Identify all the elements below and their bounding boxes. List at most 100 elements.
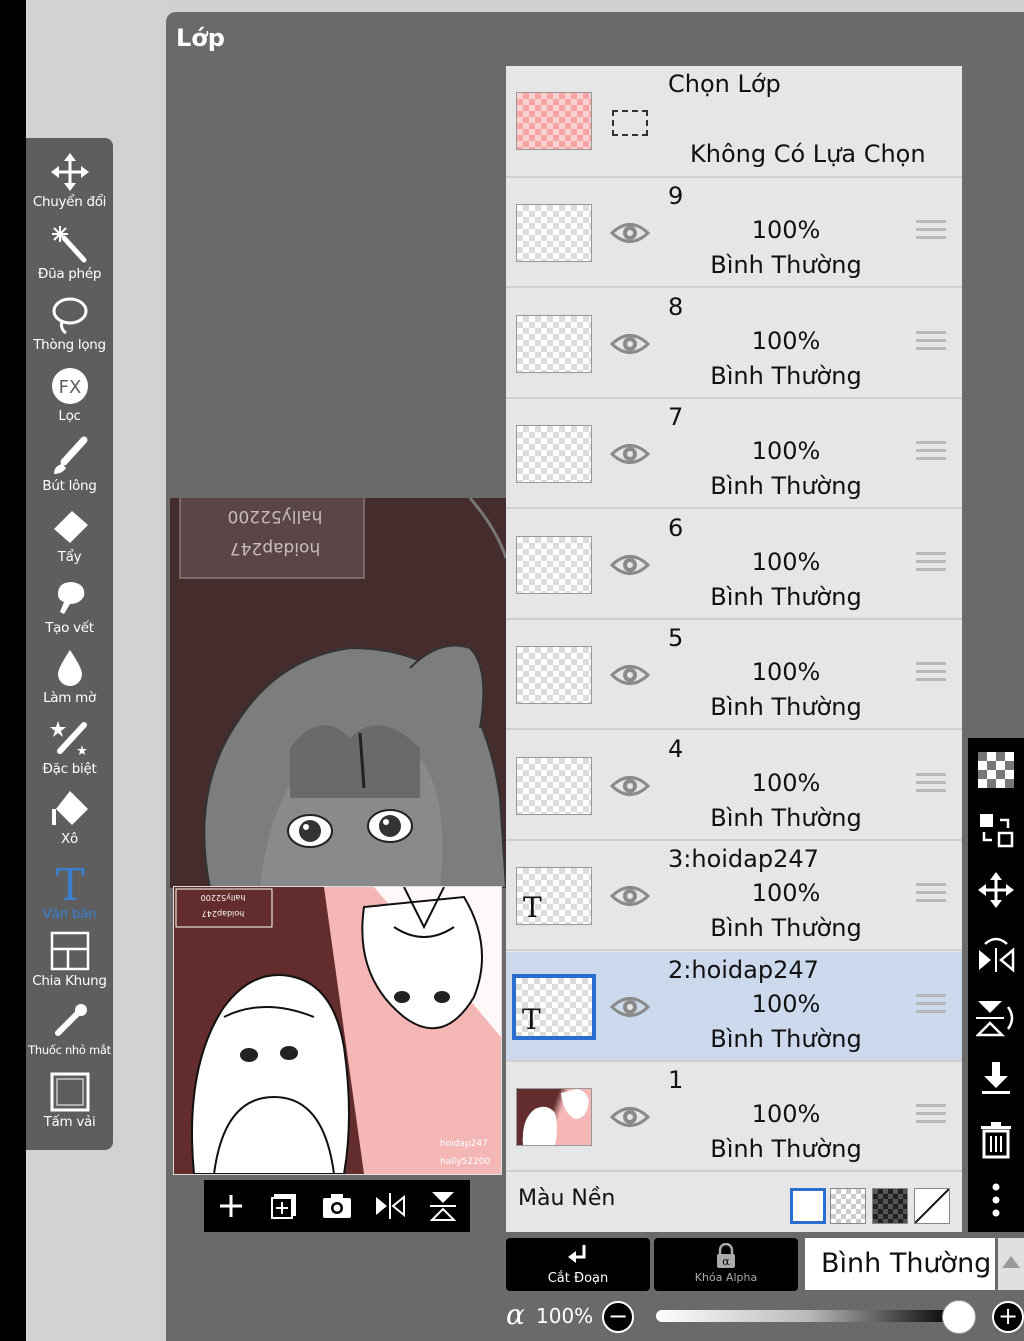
clipping-button[interactable]: Cắt Đoạn bbox=[506, 1238, 650, 1291]
layer-row[interactable]: T 2:hoidap247 100% Bình Thường bbox=[506, 951, 962, 1062]
camera-icon bbox=[322, 1194, 351, 1218]
eye-icon[interactable] bbox=[610, 1100, 650, 1134]
tool-eraser[interactable]: Tẩy bbox=[26, 507, 113, 577]
tool-special[interactable]: Đặc biệt bbox=[26, 719, 113, 789]
eye-icon[interactable] bbox=[610, 437, 650, 471]
selection-thumbnail bbox=[516, 92, 592, 150]
background-none-swatch[interactable] bbox=[914, 1188, 950, 1224]
drag-handle-icon[interactable] bbox=[916, 330, 946, 357]
more-options-button[interactable] bbox=[968, 1172, 1024, 1228]
layer-name: 1 bbox=[668, 1066, 684, 1094]
tool-frame-divider[interactable]: Chia Khung bbox=[26, 931, 113, 1001]
flip-horizontal-icon bbox=[979, 937, 1015, 973]
eye-icon[interactable] bbox=[610, 879, 650, 913]
layer-row[interactable]: 9 100% Bình Thường bbox=[506, 178, 962, 288]
text-layer-icon: T bbox=[523, 891, 542, 924]
camera-button[interactable] bbox=[310, 1180, 363, 1232]
navigator-preview[interactable]: hoidap247 hally52200 hoidap247 hally5220… bbox=[173, 886, 502, 1175]
layer-row[interactable]: 8 100% Bình Thường bbox=[506, 289, 962, 399]
layer-name: 5 bbox=[668, 624, 684, 652]
add-image-layer-button[interactable] bbox=[257, 1180, 310, 1232]
tool-filter[interactable]: FX Lọc bbox=[26, 366, 113, 436]
transparency-button[interactable] bbox=[968, 742, 1024, 798]
move-layer-button[interactable] bbox=[968, 862, 1024, 918]
tool-lasso[interactable]: Thòng lọng bbox=[26, 295, 113, 365]
drag-handle-icon[interactable] bbox=[916, 441, 946, 467]
layer-thumbnail bbox=[516, 756, 592, 815]
background-white-swatch[interactable] bbox=[790, 1188, 826, 1224]
drag-handle-icon[interactable] bbox=[916, 993, 946, 1020]
flip-vertical-button[interactable] bbox=[416, 1180, 469, 1232]
selection-layer-row[interactable]: Chọn Lớp Không Có Lựa Chọn bbox=[506, 66, 962, 178]
text-icon: T bbox=[55, 860, 84, 904]
drawing-canvas[interactable]: hoidap247 hally52200 bbox=[170, 498, 506, 888]
layer-name: 9 bbox=[668, 182, 684, 210]
eye-icon[interactable] bbox=[610, 769, 650, 803]
layer-row[interactable]: 1 100% Bình Thường bbox=[506, 1062, 962, 1172]
text-layer-icon: T bbox=[522, 1002, 541, 1036]
drag-handle-icon[interactable] bbox=[916, 662, 946, 688]
flip-layer-horizontal-button[interactable] bbox=[968, 926, 1024, 982]
layer-blend-mode: Bình Thường bbox=[710, 1024, 862, 1053]
delete-layer-button[interactable] bbox=[968, 1112, 1024, 1168]
drag-handle-icon[interactable] bbox=[916, 883, 946, 909]
eye-icon[interactable] bbox=[610, 548, 650, 582]
eye-icon[interactable] bbox=[610, 658, 650, 692]
drag-handle-icon[interactable] bbox=[916, 1104, 946, 1130]
merge-down-button[interactable] bbox=[968, 1050, 1024, 1106]
background-transparent-swatch[interactable] bbox=[830, 1188, 866, 1224]
blend-mode-select[interactable]: Bình Thường bbox=[805, 1238, 995, 1290]
layer-row[interactable]: 4 100% Bình Thường bbox=[506, 731, 962, 841]
clipping-label: Cắt Đoạn bbox=[547, 1271, 609, 1286]
drag-handle-icon[interactable] bbox=[916, 772, 946, 799]
flip-vertical-icon bbox=[429, 1192, 456, 1221]
layer-row[interactable]: 7 100% Bình Thường bbox=[506, 399, 962, 509]
preview-watermark: hoidap247 hally52200 bbox=[440, 1135, 490, 1171]
drag-handle-icon[interactable] bbox=[916, 220, 946, 246]
tool-label: Làm mờ bbox=[43, 690, 96, 706]
tool-smudge[interactable]: Tạo vết bbox=[26, 578, 113, 648]
layer-name: 4 bbox=[668, 734, 684, 763]
opacity-slider-knob[interactable] bbox=[942, 1300, 976, 1334]
opacity-increase-button[interactable]: + bbox=[992, 1301, 1024, 1333]
move-icon bbox=[50, 153, 89, 191]
brush-icon bbox=[53, 436, 87, 474]
tool-label: Tấm vải bbox=[43, 1114, 96, 1130]
tool-magic-wand[interactable]: Đũa phép bbox=[26, 224, 113, 294]
layer-swap-button[interactable] bbox=[968, 802, 1024, 858]
eye-icon[interactable] bbox=[610, 216, 650, 250]
alpha-symbol: α bbox=[506, 1298, 525, 1331]
triangle-up-icon bbox=[1002, 1256, 1020, 1268]
layer-opacity: 100% bbox=[751, 879, 821, 907]
tool-canvas[interactable]: Tấm vải bbox=[26, 1072, 113, 1142]
blur-icon bbox=[57, 650, 82, 686]
flip-layer-vertical-button[interactable] bbox=[968, 990, 1024, 1046]
watermark-line-2: hally52200 bbox=[227, 506, 323, 526]
background-dark-swatch[interactable] bbox=[872, 1188, 908, 1224]
layer-row[interactable]: 5 100% Bình Thường bbox=[506, 620, 962, 730]
trash-icon bbox=[981, 1122, 1011, 1159]
selection-layer-status: Không Có Lựa Chọn bbox=[690, 140, 926, 168]
alpha-lock-label: Khóa Alpha bbox=[694, 1271, 758, 1284]
layer-row[interactable]: 6 100% Bình Thường bbox=[506, 510, 962, 620]
tool-text[interactable]: T Văn bản bbox=[26, 860, 113, 930]
drag-handle-icon[interactable] bbox=[916, 551, 946, 578]
tool-brush[interactable]: Bút lông bbox=[26, 436, 113, 506]
layer-list: Chọn Lớp Không Có Lựa Chọn 9 100% Bình T… bbox=[506, 66, 962, 1232]
tool-label: Tạo vết bbox=[45, 620, 94, 636]
opacity-slider[interactable] bbox=[656, 1310, 956, 1322]
layer-row[interactable]: T 3:hoidap247 100% Bình Thường bbox=[506, 841, 962, 951]
eye-icon[interactable] bbox=[610, 327, 650, 361]
tool-bucket[interactable]: Xô bbox=[26, 789, 113, 859]
blend-mode-dropdown[interactable] bbox=[998, 1238, 1024, 1290]
eye-icon[interactable] bbox=[610, 990, 650, 1024]
layer-thumbnail: T bbox=[512, 973, 596, 1040]
flip-horizontal-button[interactable] bbox=[363, 1180, 416, 1232]
add-layer-button[interactable] bbox=[204, 1180, 257, 1232]
preview-watermark-line-2b: hally52200 bbox=[440, 1157, 491, 1167]
tool-blur[interactable]: Làm mờ bbox=[26, 648, 113, 718]
tool-eyedropper[interactable]: Thuốc nhỏ mắt bbox=[26, 1001, 113, 1071]
tool-transform[interactable]: Chuyển đổi bbox=[26, 152, 113, 222]
opacity-decrease-button[interactable]: − bbox=[602, 1301, 634, 1333]
alpha-lock-button[interactable]: α Khóa Alpha bbox=[654, 1238, 798, 1291]
